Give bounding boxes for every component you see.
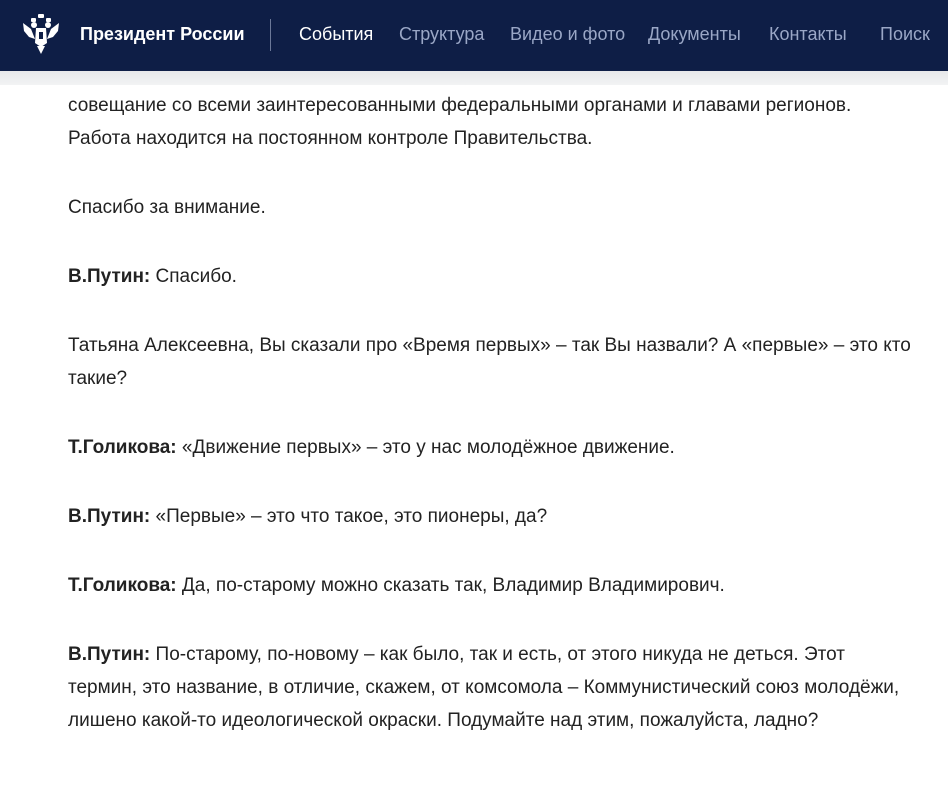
speaker-name: В.Путин: [68,266,151,287]
header-divider [270,19,271,51]
transcript-paragraph: совещание со всеми заинтересованными фед… [68,89,918,155]
speaker-name: В.Путин: [68,506,151,527]
paragraph-text: Спасибо за внимание. [68,197,266,218]
transcript-paragraph: Татьяна Алексеевна, Вы сказали про «Врем… [68,329,918,395]
nav-documents[interactable]: Документы [648,0,741,71]
transcript-paragraph: Спасибо за внимание. [68,191,918,224]
nav-events[interactable]: События [299,0,373,71]
double-headed-eagle-icon[interactable] [21,13,61,55]
speaker-name: Т.Голикова: [68,575,177,596]
transcript-paragraph: В.Путин: «Первые» – это что такое, это п… [68,500,918,533]
nav-contacts[interactable]: Контакты [769,0,847,71]
paragraph-text: Татьяна Алексеевна, Вы сказали про «Врем… [68,335,911,389]
nav-search[interactable]: Поиск [880,0,930,71]
header-shadow [0,71,948,85]
transcript-paragraph: Т.Голикова: «Движение первых» – это у на… [68,431,918,464]
paragraph-text: Да, по‑старому можно сказать так, Владим… [181,575,725,596]
nav-structure[interactable]: Структура [399,0,484,71]
transcript-paragraph: В.Путин: По‑старому, по‑новому – как был… [68,638,918,737]
paragraph-text: Спасибо. [155,266,237,287]
site-title[interactable]: Президент России [80,0,245,71]
site-header: Президент России События Структура Видео… [0,0,948,71]
article-body: совещание со всеми заинтересованными фед… [68,89,918,773]
speaker-name: В.Путин: [68,644,151,665]
paragraph-text: «Первые» – это что такое, это пионеры, д… [155,506,548,527]
paragraph-text: По‑старому, по‑новому – как было, так и … [68,644,900,731]
paragraph-text: «Движение первых» – это у нас молодёжное… [181,437,675,458]
speaker-name: Т.Голикова: [68,437,177,458]
transcript-paragraph: В.Путин: Спасибо. [68,260,918,293]
paragraph-text: совещание со всеми заинтересованными фед… [68,95,852,149]
transcript-paragraph: Т.Голикова: Да, по‑старому можно сказать… [68,569,918,602]
nav-video-photo[interactable]: Видео и фото [510,0,625,71]
